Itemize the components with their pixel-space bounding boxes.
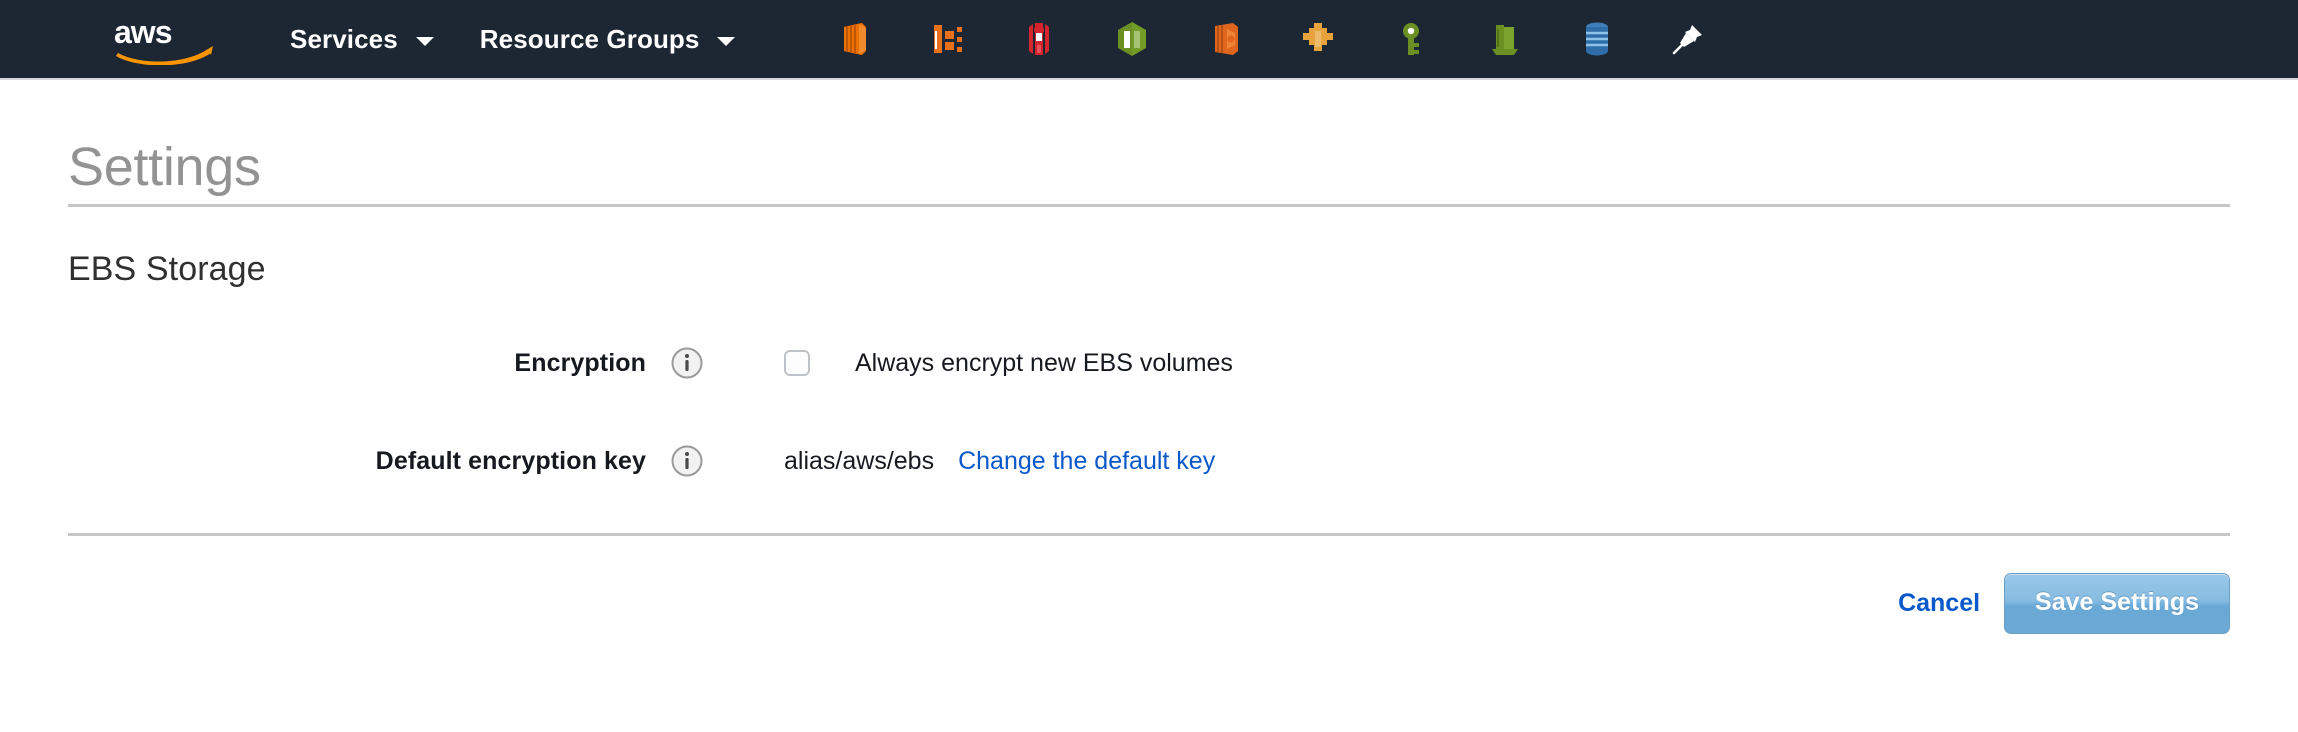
shortcut-icons <box>833 19 1706 59</box>
s3-icon[interactable] <box>1484 19 1524 59</box>
page-title: Settings <box>68 137 261 197</box>
change-default-key-link[interactable]: Change the default key <box>958 447 1215 476</box>
save-settings-button[interactable]: Save Settings <box>2004 573 2230 635</box>
ec2-icon[interactable] <box>833 19 873 59</box>
encryption-checkbox-label[interactable]: Always encrypt new EBS volumes <box>855 349 1233 378</box>
form-row-encryption: Encryption Always encrypt new EBS volume… <box>68 337 2230 389</box>
elastic-beanstalk-icon[interactable] <box>1019 19 1059 59</box>
top-navbar: aws Services Resource Groups <box>0 0 2298 80</box>
step-functions-icon[interactable] <box>1298 19 1338 59</box>
nav-resource-groups[interactable]: Resource Groups <box>480 24 736 55</box>
info-icon[interactable] <box>670 346 704 380</box>
ecs-icon[interactable] <box>926 19 966 59</box>
chevron-down-icon <box>415 36 434 46</box>
ebs-icon[interactable] <box>1205 19 1245 59</box>
svg-text:aws: aws <box>114 14 172 50</box>
nav-services-label: Services <box>290 23 398 54</box>
chevron-down-icon <box>717 36 736 46</box>
encryption-label: Encryption <box>514 348 646 377</box>
form-actions: Cancel Save Settings <box>68 536 2230 635</box>
lambda-icon[interactable] <box>1112 19 1152 59</box>
encryption-checkbox[interactable] <box>784 350 810 377</box>
pin-icon[interactable] <box>1670 21 1706 57</box>
nav-services[interactable]: Services <box>290 24 434 55</box>
default-encryption-key-field: alias/aws/ebs Change the default key <box>784 447 1215 476</box>
default-encryption-key-label: Default encryption key <box>375 446 646 475</box>
nav-resource-groups-label: Resource Groups <box>479 23 700 54</box>
form-row-default-encryption-key: Default encryption key alias/aws/ebs Cha… <box>68 435 2230 487</box>
aws-logo-icon[interactable]: aws <box>112 13 216 66</box>
encryption-field: Always encrypt new EBS volumes <box>784 349 1233 378</box>
info-icon[interactable] <box>670 444 704 478</box>
cancel-button[interactable]: Cancel <box>1898 589 1980 618</box>
section-title-ebs-storage: EBS Storage <box>68 250 266 289</box>
settings-form: Encryption Always encrypt new EBS volume… <box>68 337 2230 487</box>
rds-icon[interactable] <box>1577 19 1617 59</box>
page-content: Settings EBS Storage Encryption Always e… <box>0 80 2298 635</box>
key-management-icon[interactable] <box>1391 19 1431 59</box>
default-encryption-key-value: alias/aws/ebs <box>784 446 935 475</box>
